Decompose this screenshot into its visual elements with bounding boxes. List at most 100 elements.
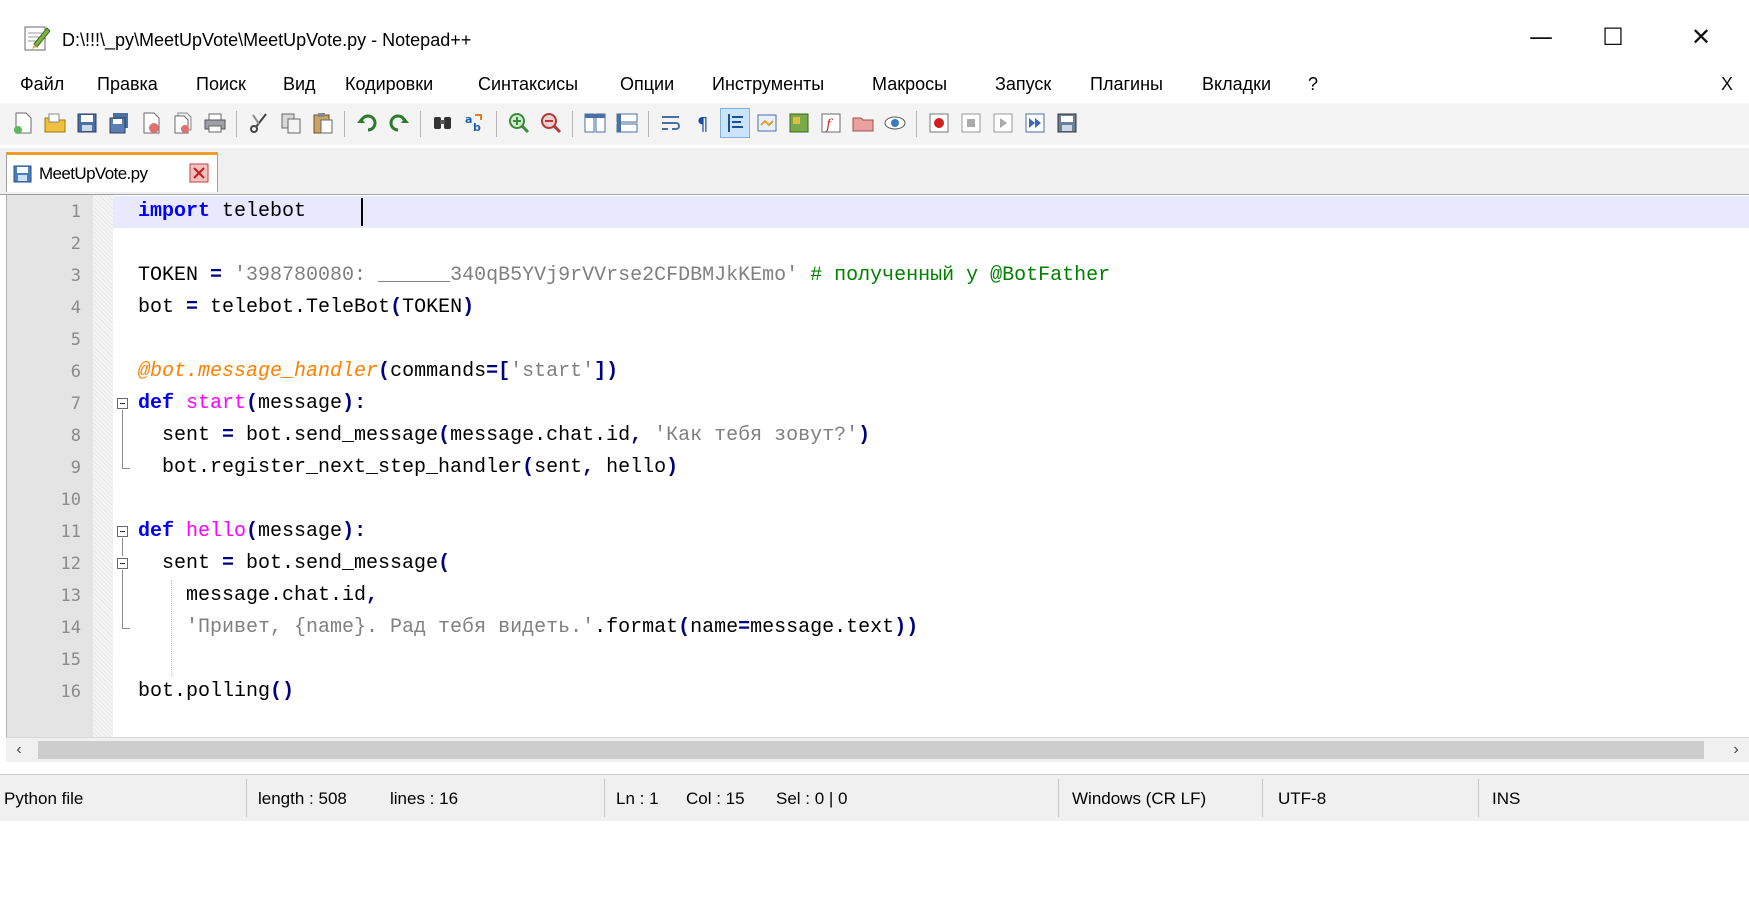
menu-edit[interactable]: Правка xyxy=(97,74,158,95)
menu-language[interactable]: Синтаксисы xyxy=(478,74,578,95)
scrollbar-thumb[interactable] xyxy=(38,741,1704,759)
menu-encoding[interactable]: Кодировки xyxy=(345,74,433,95)
identifier: telebot xyxy=(210,200,307,223)
fold-line xyxy=(122,570,123,628)
horizontal-scrollbar[interactable]: ‹ › xyxy=(6,737,1749,762)
udl-icon[interactable] xyxy=(752,108,782,138)
tab-meetupvote[interactable]: MeetUpVote.py xyxy=(6,152,218,192)
monitoring-icon[interactable] xyxy=(880,108,910,138)
line-number-gutter: 1 2 3 4 5 6 7 8 9 10 11 12 13 14 15 16 xyxy=(7,195,93,737)
line-number: 9 xyxy=(70,458,81,478)
menu-tools[interactable]: Инструменты xyxy=(712,74,824,95)
menu-search[interactable]: Поиск xyxy=(196,74,246,95)
scroll-right-icon[interactable]: › xyxy=(1725,738,1747,762)
menu-settings[interactable]: Опции xyxy=(620,74,674,95)
menu-plugins[interactable]: Плагины xyxy=(1090,74,1163,95)
status-separator xyxy=(1478,779,1479,817)
menu-macro[interactable]: Макросы xyxy=(872,74,947,95)
redo-icon[interactable] xyxy=(384,108,414,138)
copy-icon[interactable] xyxy=(276,108,306,138)
code-line: bot = telebot.TeleBot(TOKEN) xyxy=(138,292,474,324)
fold-line xyxy=(122,538,123,556)
indent-guide-icon[interactable] xyxy=(720,108,750,138)
save-macro-icon[interactable] xyxy=(1052,108,1082,138)
code-line: bot.register_next_step_handler(sent, hel… xyxy=(138,452,678,484)
status-eol[interactable]: Windows (CR LF) xyxy=(1072,789,1206,809)
toolbar-separator xyxy=(648,111,649,137)
fold-margin[interactable] xyxy=(93,195,113,737)
fold-toggle-icon[interactable] xyxy=(117,398,128,409)
zoom-in-icon[interactable] xyxy=(504,108,534,138)
identifier: bot.send_message xyxy=(246,552,439,575)
fold-toggle-icon[interactable] xyxy=(117,526,128,537)
maximize-button[interactable]: ☐ xyxy=(1582,14,1644,60)
new-file-icon[interactable] xyxy=(8,108,38,138)
operator: ] xyxy=(594,360,607,383)
identifier: message.chat.id xyxy=(450,424,631,447)
line-number: 10 xyxy=(60,490,81,510)
operator: = xyxy=(210,424,247,447)
close-all-icon[interactable] xyxy=(168,108,198,138)
close-icon: ✕ xyxy=(1690,23,1712,51)
svg-text:¶: ¶ xyxy=(697,114,708,135)
code-editor[interactable]: 1 2 3 4 5 6 7 8 9 10 11 12 13 14 15 16 i… xyxy=(6,195,1749,737)
close-icon[interactable] xyxy=(136,108,166,138)
print-icon[interactable] xyxy=(200,108,230,138)
menu-help[interactable]: ? xyxy=(1308,74,1318,95)
maximize-icon: ☐ xyxy=(1602,23,1624,51)
record-macro-icon[interactable] xyxy=(924,108,954,138)
scroll-left-icon[interactable]: ‹ xyxy=(8,738,30,762)
paste-icon[interactable] xyxy=(308,108,338,138)
operator: )) xyxy=(894,616,919,639)
save-icon[interactable] xyxy=(72,108,102,138)
play-macro-icon[interactable] xyxy=(988,108,1018,138)
operator: = xyxy=(486,360,499,383)
stop-macro-icon[interactable] xyxy=(956,108,986,138)
menu-window[interactable]: Вкладки xyxy=(1202,74,1271,95)
operator: ( xyxy=(390,296,403,319)
tab-label: MeetUpVote.py xyxy=(39,164,148,183)
fold-toggle-icon[interactable] xyxy=(117,558,128,569)
word-wrap-icon[interactable] xyxy=(656,108,686,138)
operator: ) xyxy=(858,424,871,447)
identifier: sent xyxy=(138,552,211,575)
folder-workspace-icon[interactable] xyxy=(848,108,878,138)
find-icon[interactable] xyxy=(428,108,458,138)
function-list-icon[interactable]: f xyxy=(816,108,846,138)
identifier: name xyxy=(690,616,739,639)
operator: () xyxy=(270,680,295,703)
line-number: 1 xyxy=(70,202,81,222)
close-window-button[interactable]: ✕ xyxy=(1670,14,1732,60)
tab-close-icon[interactable] xyxy=(189,163,209,183)
identifier: bot xyxy=(138,296,175,319)
run-macro-multiple-icon[interactable] xyxy=(1020,108,1050,138)
string-literal: 'Привет, {name}. Рад тебя видеть.' xyxy=(186,616,595,639)
toolbar-separator xyxy=(236,111,237,137)
status-encoding[interactable]: UTF-8 xyxy=(1278,789,1326,809)
line-number: 16 xyxy=(60,682,81,702)
open-file-icon[interactable] xyxy=(40,108,70,138)
sync-horizontal-icon[interactable] xyxy=(612,108,642,138)
menu-view[interactable]: Вид xyxy=(283,74,316,95)
undo-icon[interactable] xyxy=(352,108,382,138)
sync-vertical-icon[interactable] xyxy=(580,108,610,138)
zoom-out-icon[interactable] xyxy=(536,108,566,138)
line-number: 14 xyxy=(60,618,81,638)
code-line: message.chat.id, xyxy=(138,580,378,612)
code-line: bot.polling() xyxy=(138,676,294,708)
menu-run[interactable]: Запуск xyxy=(995,74,1051,95)
line-number: 3 xyxy=(70,266,81,286)
replace-icon[interactable]: ab xyxy=(460,108,490,138)
cut-icon[interactable] xyxy=(244,108,274,138)
status-insert-mode[interactable]: INS xyxy=(1492,789,1520,809)
minimize-button[interactable]: — xyxy=(1510,14,1572,60)
doc-map-icon[interactable] xyxy=(784,108,814,138)
close-document-button[interactable]: X xyxy=(1721,74,1733,95)
status-lines: lines : 16 xyxy=(390,789,459,808)
menu-file[interactable]: Файл xyxy=(20,74,64,95)
status-separator xyxy=(1058,779,1059,817)
code-line: TOKEN = '398780080: ______340qB5YVj9rVVr… xyxy=(138,260,1110,292)
operator: = xyxy=(738,616,751,639)
save-all-icon[interactable] xyxy=(104,108,134,138)
show-all-chars-icon[interactable]: ¶ xyxy=(688,108,718,138)
